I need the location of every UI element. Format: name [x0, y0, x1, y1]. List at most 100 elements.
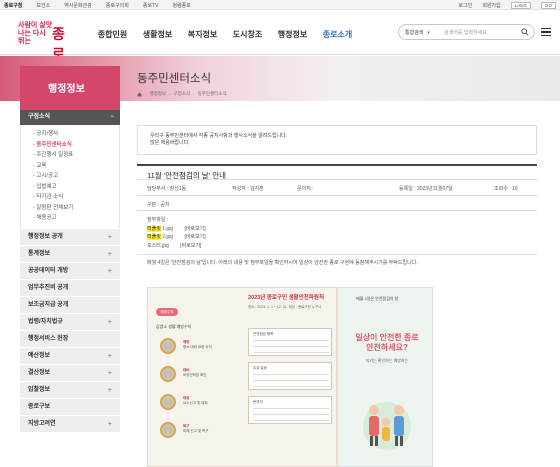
poster-info-box: 문의처 [248, 396, 332, 424]
poster-tag: 예방수칙 [156, 308, 178, 316]
meta-views: 조회수 : 10 [494, 186, 518, 192]
nav-item-4[interactable]: 행정정보 [270, 29, 315, 40]
collapse-icon[interactable]: − [110, 110, 114, 125]
meta-department: 담당부서 : 창신1동 [147, 186, 187, 192]
expand-icon: + [107, 233, 112, 241]
illustration-icon [160, 366, 176, 382]
sidebar-subitem[interactable]: 교육 [21, 161, 119, 172]
language-select[interactable]: LANG [510, 2, 531, 9]
hamburger-menu-icon[interactable] [540, 26, 552, 38]
meta-author: 작성자 : 김지훈 [232, 186, 264, 192]
nav-item-0[interactable]: 종합민원 [90, 29, 135, 40]
sidebar-subitem[interactable]: 입법예고 [21, 182, 119, 193]
page-title: 동주민센터소식 [137, 73, 212, 85]
illustration-icon [160, 422, 176, 438]
home-icon[interactable] [137, 92, 142, 97]
expand-icon: + [107, 386, 112, 394]
signup-link[interactable]: 회원가입 [482, 2, 500, 9]
main-navigation: 종합민원 생활정보 복지정보 도시창조 행정정보 종로소개 [90, 29, 360, 40]
sidebar-item[interactable]: 입찰정보 + [20, 380, 120, 398]
attachment-file[interactable]: 리플릿 2.jpg [147, 234, 173, 240]
post-body: 매월 4일은 '안전점검의 날'입니다. 아래의 내용 및 첨부파일을 확인하시… [147, 260, 418, 266]
nav-item-3[interactable]: 도시창조 [225, 29, 270, 40]
attachment-file[interactable]: 포스터.jpg [147, 243, 169, 249]
post-meta: 담당부서 : 창신1동 작성자 : 김지훈 문의처 : 등록일 : 2023년1… [137, 180, 537, 196]
meta-date: 등록일 : 2023년11월07일 [399, 186, 453, 192]
sidebar-item[interactable]: 지방고려연 + [20, 414, 120, 432]
topbar-link-0[interactable]: 종로구청 [4, 2, 22, 9]
topbar-link-2[interactable]: 역사문화관광 [64, 2, 92, 9]
sidebar-item[interactable]: 보조금지급 공개 [20, 295, 120, 313]
sidebar-subitem[interactable]: 주간행사 일정표 [21, 150, 119, 161]
sidebar-item[interactable]: 종로구보 [20, 397, 120, 415]
post-category: 구분 : 공지 [137, 196, 537, 211]
poster2-top: 매월 4일은 안전점검의 날 [356, 296, 399, 301]
expand-icon: + [107, 267, 112, 275]
poster-image: 매월 4일은 안전점검의 날 일상이 안전한 종로 안전하세요? 지키는 확인하… [337, 287, 433, 467]
search-scope-select[interactable]: 통합검색 [405, 29, 430, 36]
topbar-link-5[interactable]: 청렴종로 [172, 2, 190, 9]
breadcrumb-item-2: 동주민센터소식 [197, 91, 227, 96]
attachments-label: 첨부파일 : [147, 217, 169, 223]
breadcrumb: › 행정정보 › 구정소식 › 동주민센터소식 [137, 91, 227, 97]
illustration-icon [160, 338, 176, 354]
poster-info-box: 안전점검 항목 [248, 328, 332, 356]
nav-item-1[interactable]: 생활정보 [135, 29, 180, 40]
sidebar-item[interactable]: 업무추진비 공개 [20, 278, 120, 296]
utility-bar: 종로구청 보건소 역사문화관광 종로구의회 종로TV 청렴종로 로그인 회원가입… [0, 0, 560, 10]
sidebar-subitem[interactable]: 채용공고 [21, 213, 119, 224]
sidebar-subitem[interactable]: 타기관 소식 [21, 192, 119, 203]
poster-info-box: 주요 일정 [248, 362, 332, 390]
expand-icon: + [107, 352, 112, 360]
sidebar-item[interactable]: 법령/자치법규 + [20, 312, 120, 330]
sidebar-item[interactable]: 공공데이터 개방 + [20, 261, 120, 279]
expand-icon: + [107, 250, 112, 258]
topbar-link-3[interactable]: 종로구의회 [106, 2, 129, 9]
sidebar-subitem[interactable]: 알림판 전체보기 [21, 203, 119, 214]
poster2-sub: 지키는 확인하는 예방하는 [365, 358, 409, 363]
attachments: 첨부파일 : 리플릿 1.jpg [바로보기] 리플릿 2.jpg [바로보기]… [137, 211, 537, 255]
post-title: 11월 '안전점검의 날' 안내 [137, 164, 537, 180]
poster-subtitle: 장소 : 2023. 1. 1 ~ 12. 31. 대상 : 종로구민 누구나 [248, 305, 322, 309]
sidebar-heading: 행정정보 [20, 66, 120, 110]
sidebar-item[interactable]: 결산정보 + [20, 363, 120, 381]
attachment-file[interactable]: 리플릿 1.jpg [147, 225, 173, 232]
nav-item-5[interactable]: 종로소개 [315, 29, 360, 40]
sidebar-subitem[interactable]: 공지/행사 [21, 129, 119, 140]
attachment-row: 포스터.jpg [바로보기] [147, 242, 537, 251]
sidebar: 구정소식 − 공지/행사 동주민센터소식 주간행사 일정표 교육 고시/공고 입… [20, 110, 120, 432]
poster-header: 2023년 종로구민 생활안전파원칙 [248, 295, 325, 301]
attachment-view-button[interactable]: [바로보기] [180, 243, 201, 249]
language-go-button[interactable]: GO [540, 2, 556, 9]
expand-icon: + [107, 318, 112, 326]
attachment-view-button[interactable]: [바로보기] [184, 234, 205, 240]
intro-box: 우리구 동주민센터에서 각종 공지사항과 행사소식을 알려드립니다. 많은 애용… [137, 125, 537, 155]
expand-icon: + [107, 369, 112, 377]
sidebar-section-news[interactable]: 구정소식 − [20, 110, 120, 125]
search-icon[interactable] [521, 28, 529, 36]
sidebar-item[interactable]: 통계정보 + [20, 244, 120, 262]
attachment-row: 리플릿 1.jpg [바로보기] [147, 225, 537, 234]
expand-icon: + [107, 420, 112, 428]
search-input[interactable]: 검색어를 입력하세요 [444, 29, 487, 36]
breadcrumb-item-0[interactable]: 행정정보 [150, 91, 167, 97]
leaflet-image: 예방수칙 감염소 생활 예방수칙 예방 평소 대비 요령 숙지 대비 비상연락망 확… [147, 287, 337, 467]
sidebar-item[interactable]: 행정정보 공개 + [20, 227, 120, 245]
poster-section-title: 감염소 생활 예방수칙 [156, 324, 192, 329]
nav-item-2[interactable]: 복지정보 [180, 29, 225, 40]
meta-contact: 문의처 : [297, 186, 314, 192]
sidebar-subitem[interactable]: 고시/공고 [21, 171, 119, 182]
topbar-link-1[interactable]: 보건소 [36, 2, 50, 9]
attachment-view-button[interactable]: [바로보기] [184, 226, 205, 232]
sidebar-sublist: 공지/행사 동주민센터소식 주간행사 일정표 교육 고시/공고 입법예고 타기관… [20, 125, 120, 228]
login-link[interactable]: 로그인 [459, 2, 473, 9]
sidebar-subitem-active[interactable]: 동주민센터소식 [21, 140, 119, 151]
sidebar-item[interactable]: 예산정보 + [20, 346, 120, 364]
logo-slogan: 사람이 살맛나는 다시 뛰는 [18, 22, 53, 45]
search-box: 통합검색 검색어를 입력하세요 [398, 24, 535, 40]
topbar-link-4[interactable]: 종로TV [143, 2, 159, 9]
family-illustration-icon [363, 402, 411, 450]
sidebar-item[interactable]: 행정서비스 헌장 [20, 329, 120, 347]
jongno-logo[interactable]: 사람이 살맛나는 다시 뛰는 종로 [18, 22, 74, 63]
breadcrumb-item-1[interactable]: 구정소식 [174, 91, 191, 97]
